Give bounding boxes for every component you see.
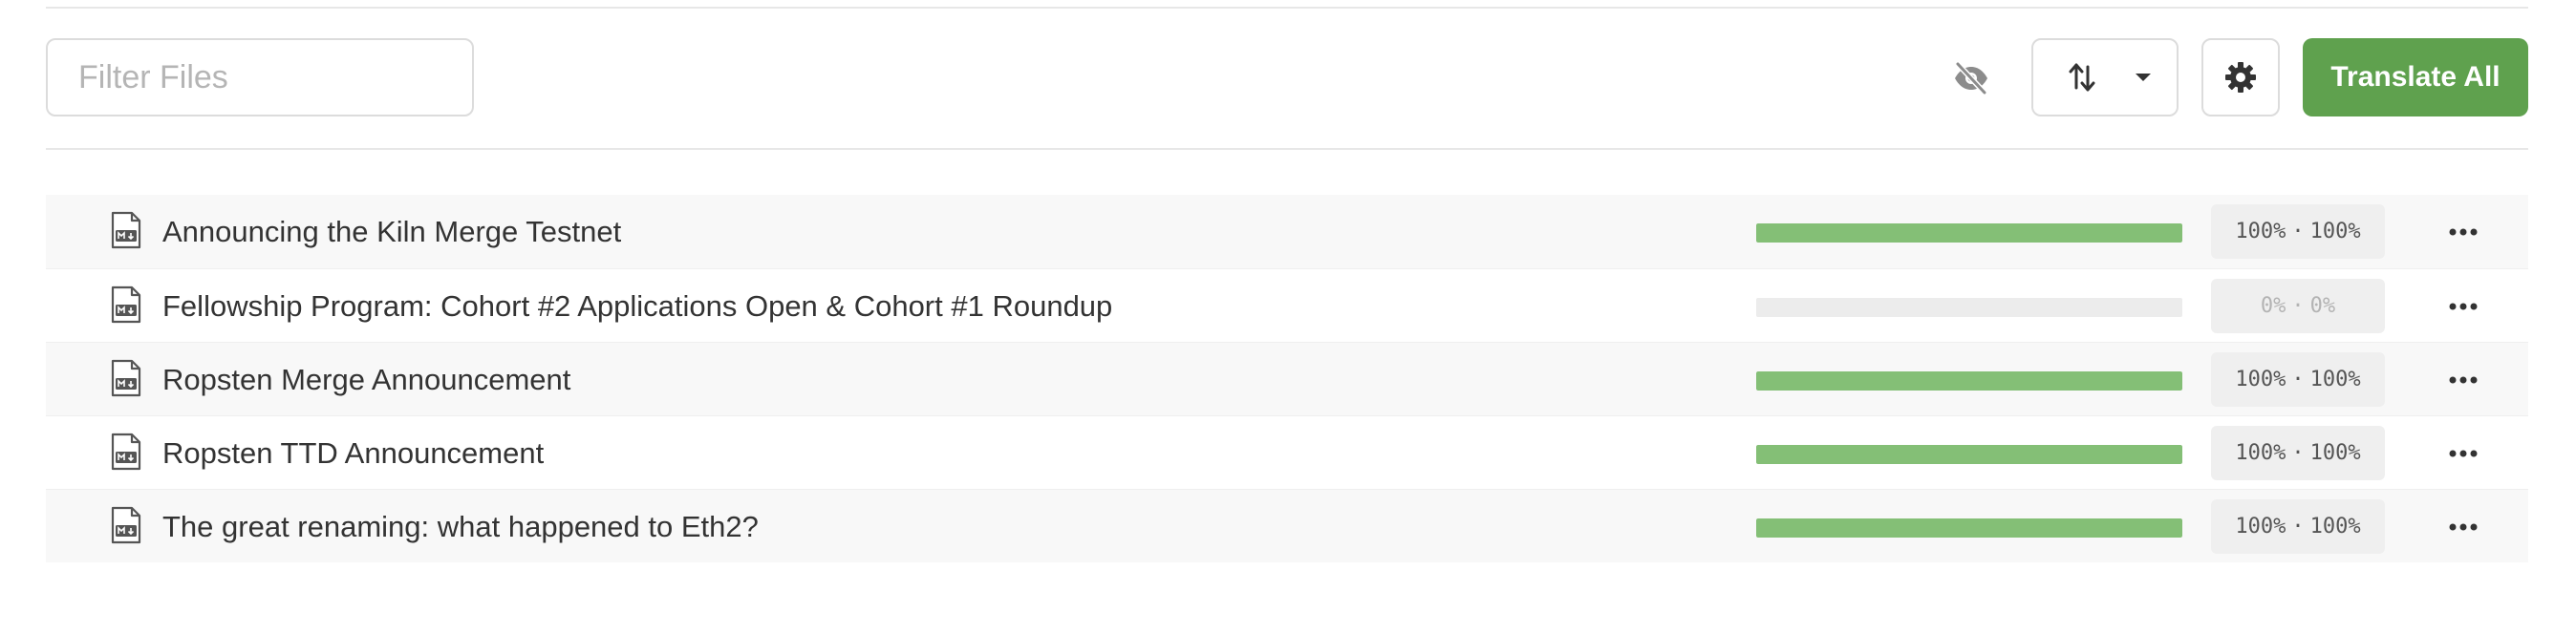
badge-separator: · <box>2291 368 2305 391</box>
translated-percent: 100% <box>2235 220 2286 243</box>
progress-badge: 100% · 100% <box>2211 204 2385 259</box>
sort-dropdown-button[interactable] <box>2031 38 2179 116</box>
progress-badge: 0% · 0% <box>2211 279 2385 333</box>
approved-percent: 100% <box>2309 441 2361 465</box>
progress-bar <box>1756 223 2182 243</box>
approved-percent: 0% <box>2309 294 2336 318</box>
files-toolbar: Translate All <box>46 38 2528 118</box>
file-row[interactable]: Ropsten TTD Announcement 100% · 100% <box>46 415 2528 489</box>
gear-icon <box>2225 62 2256 93</box>
filter-files-input[interactable] <box>46 38 474 116</box>
badge-separator: · <box>2291 294 2305 318</box>
progress-badge: 100% · 100% <box>2211 499 2385 554</box>
markdown-file-icon <box>111 211 141 249</box>
markdown-file-icon <box>111 359 141 397</box>
ellipsis-icon <box>2449 376 2478 383</box>
progress-bar <box>1756 518 2182 538</box>
progress-bar <box>1756 371 2182 391</box>
progress-badge: 100% · 100% <box>2211 426 2385 480</box>
ellipsis-icon <box>2449 450 2478 456</box>
badge-separator: · <box>2291 220 2305 243</box>
progress-fill <box>1756 518 2182 538</box>
file-row[interactable]: The great renaming: what happened to Eth… <box>46 489 2528 562</box>
file-title[interactable]: Fellowship Program: Cohort #2 Applicatio… <box>162 269 1112 343</box>
file-title[interactable]: Announcing the Kiln Merge Testnet <box>162 195 621 268</box>
approved-percent: 100% <box>2309 368 2361 391</box>
translated-percent: 100% <box>2235 368 2286 391</box>
file-list: Announcing the Kiln Merge Testnet 100% ·… <box>46 195 2528 562</box>
markdown-file-icon <box>111 285 141 324</box>
badge-separator: · <box>2291 441 2305 465</box>
file-title[interactable]: Ropsten TTD Announcement <box>162 416 544 490</box>
translated-percent: 100% <box>2235 441 2286 465</box>
more-options-button[interactable] <box>2435 288 2492 324</box>
file-row[interactable]: Fellowship Program: Cohort #2 Applicatio… <box>46 268 2528 342</box>
file-row[interactable]: Announcing the Kiln Merge Testnet 100% ·… <box>46 195 2528 268</box>
approved-percent: 100% <box>2309 220 2361 243</box>
top-divider <box>46 7 2528 9</box>
progress-bar <box>1756 445 2182 464</box>
markdown-file-icon <box>111 433 141 471</box>
settings-button[interactable] <box>2201 38 2280 116</box>
more-options-button[interactable] <box>2435 214 2492 249</box>
sort-arrows-icon <box>2069 63 2095 92</box>
progress-fill <box>1756 371 2182 391</box>
translated-percent: 100% <box>2235 515 2286 539</box>
markdown-file-icon <box>111 506 141 544</box>
more-options-button[interactable] <box>2435 435 2492 471</box>
file-row[interactable]: Ropsten Merge Announcement 100% · 100% <box>46 342 2528 415</box>
eye-slash-icon <box>1955 62 1987 95</box>
chevron-down-icon <box>2136 74 2151 81</box>
more-options-button[interactable] <box>2435 362 2492 397</box>
progress-badge: 100% · 100% <box>2211 352 2385 407</box>
progress-fill <box>1756 223 2182 243</box>
file-title[interactable]: The great renaming: what happened to Eth… <box>162 490 759 563</box>
translate-all-button[interactable]: Translate All <box>2303 38 2528 116</box>
ellipsis-icon <box>2449 523 2478 530</box>
translated-percent: 0% <box>2260 294 2286 318</box>
progress-fill <box>1756 445 2182 464</box>
more-options-button[interactable] <box>2435 509 2492 544</box>
approved-percent: 100% <box>2309 515 2361 539</box>
toolbar-divider <box>46 148 2528 150</box>
file-title[interactable]: Ropsten Merge Announcement <box>162 343 570 416</box>
progress-bar <box>1756 298 2182 317</box>
ellipsis-icon <box>2449 303 2478 309</box>
ellipsis-icon <box>2449 228 2478 235</box>
toggle-hidden-button[interactable] <box>1947 54 1995 102</box>
badge-separator: · <box>2291 515 2305 539</box>
